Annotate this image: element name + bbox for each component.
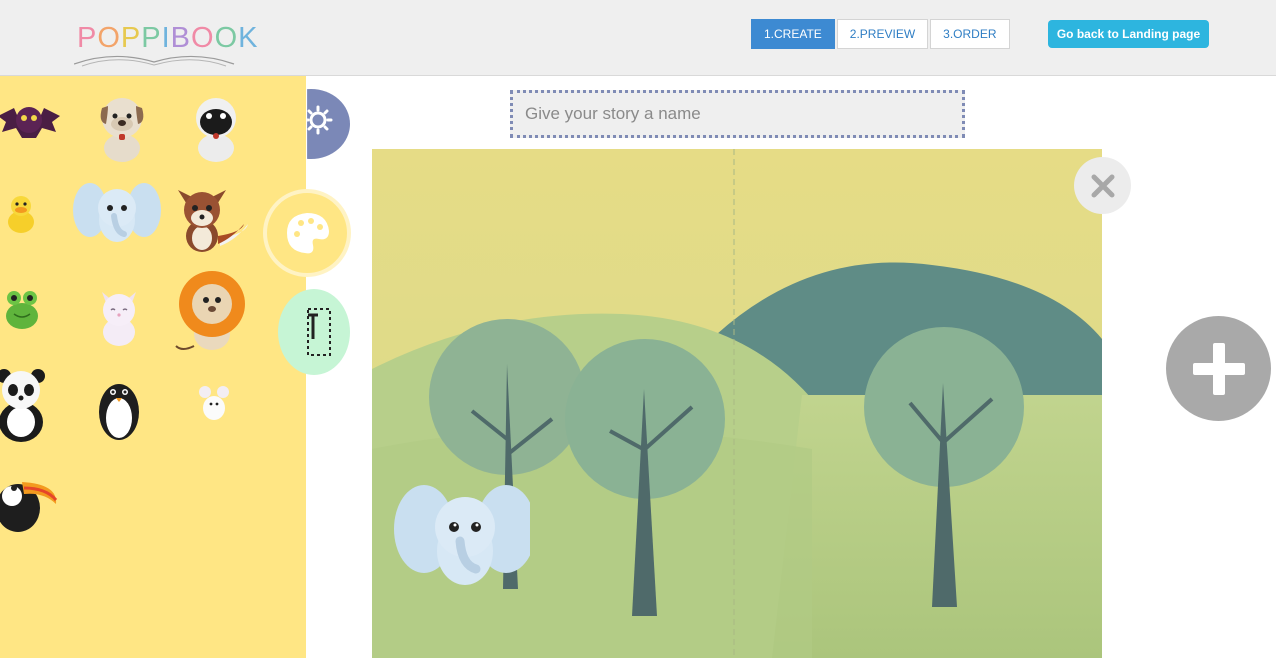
toucan-sticker[interactable]: [0, 464, 60, 534]
logo-letter: B: [170, 22, 191, 54]
lion-sticker[interactable]: [172, 268, 254, 358]
step-preview-tab[interactable]: 2.PREVIEW: [836, 19, 929, 49]
logo-letter: P: [141, 22, 162, 54]
back-to-landing-button[interactable]: Go back to Landing page: [1048, 20, 1209, 48]
elephant-sticker[interactable]: [72, 180, 162, 246]
cat-sticker[interactable]: [94, 286, 144, 348]
close-icon: [1091, 174, 1114, 197]
logo-letter: O: [191, 22, 215, 54]
penguin-sticker[interactable]: [96, 372, 142, 442]
logo-letter: P: [77, 22, 98, 54]
step-order-tab[interactable]: 3.ORDER: [930, 19, 1010, 49]
logo-letter: K: [238, 22, 259, 54]
panda-sticker[interactable]: [0, 366, 46, 444]
fox-sticker[interactable]: [170, 184, 252, 256]
add-page-button[interactable]: [1166, 316, 1271, 421]
sticker-sidebar: [0, 76, 306, 658]
story-page-canvas[interactable]: [372, 149, 1102, 658]
remove-page-button[interactable]: [1074, 157, 1131, 214]
pug-sticker[interactable]: [188, 92, 244, 164]
placed-elephant-sticker[interactable]: [390, 481, 530, 591]
logo-letter: P: [120, 22, 142, 54]
logo-letter: O: [97, 22, 121, 54]
step-navigation: 1.CREATE 2.PREVIEW 3.ORDER: [751, 19, 1012, 49]
mouse-sticker[interactable]: [196, 382, 232, 424]
palette-icon: [287, 213, 329, 254]
open-book-icon: [74, 55, 235, 67]
poppibook-logo[interactable]: POPPIBOOK: [74, 20, 257, 70]
frog-sticker[interactable]: [4, 288, 40, 330]
text-box-icon: [307, 308, 331, 356]
text-tab[interactable]: [278, 289, 350, 375]
logo-letter: I: [161, 22, 171, 54]
plus-icon: [1192, 342, 1245, 395]
top-bar: POPPIBOOK 1.CREATE 2.PREVIEW 3.ORDER Go …: [0, 0, 1276, 76]
step-create-tab[interactable]: 1.CREATE: [751, 19, 835, 49]
logo-text: POPPIBOOK: [77, 22, 258, 55]
duck-sticker[interactable]: [4, 192, 38, 234]
bat-sticker[interactable]: [0, 92, 64, 148]
story-title-input[interactable]: [510, 90, 965, 138]
palette-tab[interactable]: [263, 189, 351, 277]
logo-letter: O: [214, 22, 239, 54]
dog-sticker[interactable]: [94, 92, 150, 164]
